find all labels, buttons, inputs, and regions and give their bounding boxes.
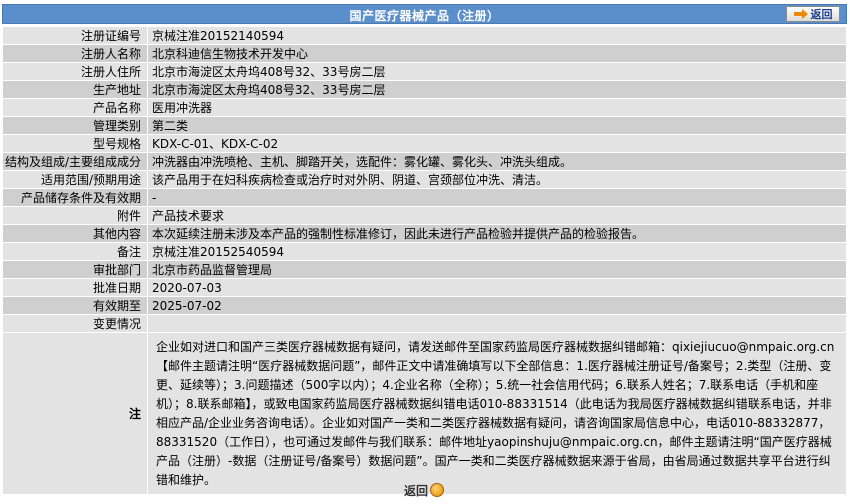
row-value: 产品技术要求	[147, 206, 847, 225]
back-button-top[interactable]: 返回	[786, 6, 840, 22]
row-label: 备注	[2, 242, 148, 261]
row-value: 北京科迪信生物技术开发中心	[147, 44, 847, 63]
row-label: 管理类别	[2, 116, 148, 135]
back-button-bottom-label: 返回	[403, 483, 428, 498]
row-label: 批准日期	[2, 278, 148, 297]
row-label: 有效期至	[2, 296, 148, 315]
row-value: 京械注准20152540594	[147, 242, 847, 261]
row-value: 冲洗器由冲洗喷枪、主机、脚踏开关，选配件：雾化罐、雾化头、冲洗头组成。	[147, 152, 847, 171]
info-row: 型号规格 KDX-C-01、KDX-C-02	[2, 134, 847, 153]
changes-value	[147, 314, 847, 333]
row-label: 产品名称	[2, 98, 148, 117]
info-row: 注册证编号 京械注准20152140594	[2, 26, 847, 45]
row-value: 京械注准20152140594	[147, 26, 847, 45]
arrow-right-icon	[793, 9, 808, 19]
info-row: 产品储存条件及有效期 -	[2, 188, 847, 207]
info-row: 注册人住所 北京市海淀区太舟坞408号32、33号房二层	[2, 62, 847, 81]
title-bar: 国产医疗器械产品（注册） 返回	[2, 4, 847, 24]
note-label: 注	[2, 332, 148, 495]
row-label: 生产地址	[2, 80, 148, 99]
note-row: 注企业如对进口和国产三类医疗器械数据有疑问，请发送邮件至国家药监局医疗器械数据纠…	[2, 332, 847, 495]
info-row: 附件 产品技术要求	[2, 206, 847, 225]
row-label: 注册人名称	[2, 44, 148, 63]
product-info-table: 注册证编号 京械注准20152140594 注册人名称 北京科迪信生物技术开发中心 注册…	[2, 26, 847, 495]
row-label: 其他内容	[2, 224, 148, 243]
row-value: 该产品用于在妇科疾病检查或治疗时对外阴、阴道、宫颈部位冲洗、清洁。	[147, 170, 847, 189]
info-row: 管理类别 第二类	[2, 116, 847, 135]
info-row: 结构及组成/主要组成成分 冲洗器由冲洗喷枪、主机、脚踏开关，选配件：雾化罐、雾化头…	[2, 152, 847, 171]
row-label: 产品储存条件及有效期	[2, 188, 148, 207]
info-row: 其他内容 本次延续注册未涉及本产品的强制性标准修订，因此未进行产品检验并提供产品的…	[2, 224, 847, 243]
row-value: 2025-07-02	[147, 296, 847, 315]
page-title: 国产医疗器械产品（注册）	[349, 9, 500, 23]
info-row: 注册人名称 北京科迪信生物技术开发中心	[2, 44, 847, 63]
info-row: 备注 京械注准20152540594	[2, 242, 847, 261]
row-label: 注册人住所	[2, 62, 148, 81]
row-label: 附件	[2, 206, 148, 225]
row-value: KDX-C-01、KDX-C-02	[147, 134, 847, 153]
row-value: 北京市药品监督管理局	[147, 260, 847, 279]
back-button-label: 返回	[810, 8, 833, 21]
row-label: 适用范围/预期用途	[2, 170, 148, 189]
info-row: 适用范围/预期用途 该产品用于在妇科疾病检查或治疗时对外阴、阴道、宫颈部位冲洗、清…	[2, 170, 847, 189]
note-text: 企业如对进口和国产三类医疗器械数据有疑问，请发送邮件至国家药监局医疗器械数据纠错…	[156, 340, 835, 487]
row-value: 北京市海淀区太舟坞408号32、33号房二层	[147, 80, 847, 99]
row-value: 本次延续注册未涉及本产品的强制性标准修订，因此未进行产品检验并提供产品的检验报告…	[147, 224, 847, 243]
row-value: -	[147, 188, 847, 207]
changes-label: 变更情况	[2, 314, 148, 333]
note-cell: 企业如对进口和国产三类医疗器械数据有疑问，请发送邮件至国家药监局医疗器械数据纠错…	[147, 332, 847, 495]
info-row: 批准日期 2020-07-03	[2, 278, 847, 297]
info-row: 有效期至 2025-07-02	[2, 296, 847, 315]
row-value: 第二类	[147, 116, 847, 135]
row-value: 2020-07-03	[147, 278, 847, 297]
info-row: 生产地址 北京市海淀区太舟坞408号32、33号房二层	[2, 80, 847, 99]
changes-row: 变更情况	[2, 314, 847, 333]
info-row: 产品名称 医用冲洗器	[2, 98, 847, 117]
row-label: 结构及组成/主要组成成分	[2, 152, 148, 171]
row-label: 注册证编号	[2, 26, 148, 45]
row-value: 北京市海淀区太舟坞408号32、33号房二层	[147, 62, 847, 81]
row-label: 型号规格	[2, 134, 148, 153]
info-row: 审批部门 北京市药品监督管理局	[2, 260, 847, 279]
row-value: 医用冲洗器	[147, 98, 847, 117]
arrow-circle-icon	[430, 483, 444, 497]
row-label: 审批部门	[2, 260, 148, 279]
back-button-bottom[interactable]: 返回	[400, 479, 448, 501]
